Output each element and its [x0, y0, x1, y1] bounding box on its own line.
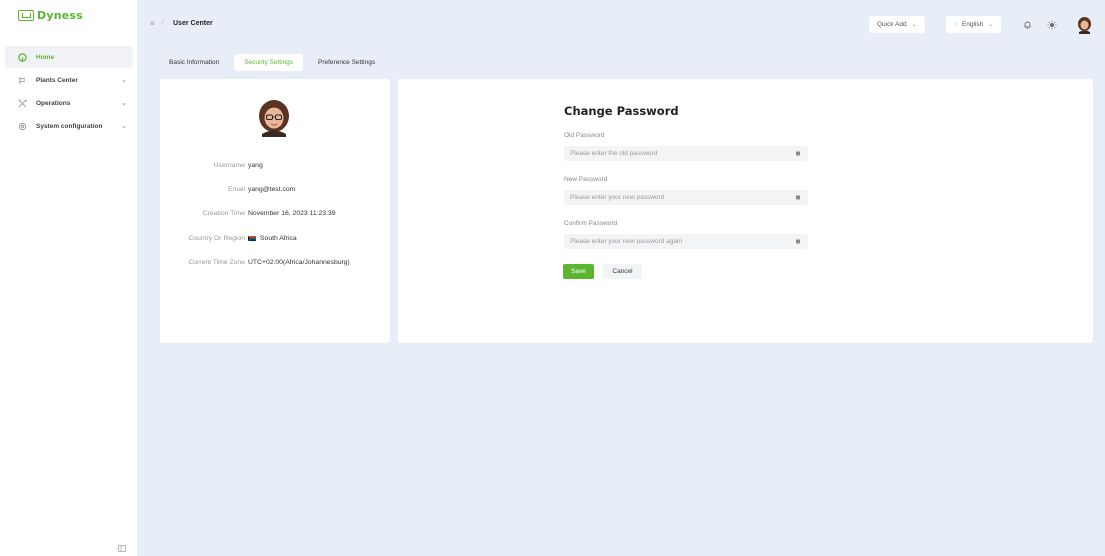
chevron-down-icon: ⌄: [121, 77, 127, 84]
info-value: November 16, 2023 11:23:39: [248, 210, 336, 217]
sidebar-item-label: Operations: [36, 99, 71, 107]
profile-card: Username yang Email yang@test.com Creati…: [160, 79, 390, 343]
info-value: South Africa: [260, 235, 297, 242]
tools-icon: [18, 98, 27, 108]
globe-icon: ◌: [954, 21, 958, 28]
eye-hidden-icon[interactable]: ◼: [792, 150, 804, 157]
theme-toggle-icon[interactable]: [1046, 19, 1057, 30]
quick-add-label: Quick Add: [877, 21, 907, 28]
tab-basic-information[interactable]: Basic Information: [159, 54, 229, 71]
sidebar-nav: Home Plants Center ⌄ Operations ⌄ System…: [5, 46, 133, 138]
info-row-country: Country Or Region South Africa: [160, 235, 390, 245]
sidebar-item-system-configuration[interactable]: System configuration ⌄: [5, 115, 133, 137]
tab-security-settings[interactable]: Security Settings: [234, 54, 303, 71]
info-row-time-zone: Current Time Zone UTC+02:00(Africa/Johan…: [160, 259, 390, 269]
change-password-card: Change Password Old Password ◼ New Passw…: [398, 79, 1093, 343]
settings-tabs: Basic Information Security Settings Pref…: [159, 54, 385, 71]
info-row-creation-time: Creation Time November 16, 2023 11:23:39: [160, 210, 390, 220]
logo-mark-icon: [18, 9, 34, 21]
eye-hidden-icon[interactable]: ◼: [792, 194, 804, 201]
tab-preference-settings[interactable]: Preference Settings: [308, 54, 385, 71]
new-password-label: New Password: [564, 176, 608, 183]
language-select[interactable]: ◌ English ⌄: [946, 16, 1002, 33]
sidebar-item-label: Plants Center: [36, 76, 78, 84]
sidebar-item-home[interactable]: Home: [5, 46, 133, 68]
info-label: Creation Time: [202, 210, 245, 217]
breadcrumb-separator: /: [162, 19, 164, 26]
old-password-field-wrap: ◼: [564, 146, 808, 161]
old-password-input[interactable]: [570, 150, 792, 157]
brand-name: Dyness: [37, 8, 83, 22]
user-avatar[interactable]: [1077, 17, 1092, 34]
change-password-title: Change Password: [564, 104, 679, 118]
sidebar-item-label: Home: [36, 53, 55, 61]
south-africa-flag-icon: [248, 236, 256, 241]
info-label: Country Or Region: [188, 235, 245, 242]
info-value: yang: [248, 162, 263, 169]
chevron-down-icon: ⌄: [121, 100, 127, 107]
chevron-down-icon: ⌄: [911, 22, 917, 28]
info-value: yang@test.com: [248, 186, 296, 193]
confirm-password-field-wrap: ◼: [564, 234, 808, 249]
sidebar-item-label: System configuration: [36, 122, 103, 130]
info-row-username: Username yang: [160, 162, 390, 172]
info-label: Current Time Zone: [188, 259, 245, 266]
save-button[interactable]: Save: [563, 264, 594, 279]
info-value-wrap: South Africa: [248, 235, 297, 242]
eye-hidden-icon[interactable]: ◼: [792, 238, 804, 245]
home-icon: [18, 52, 27, 62]
plant-icon: [18, 76, 27, 85]
quick-add-button[interactable]: Quick Add ⌄: [869, 16, 925, 33]
confirm-password-label: Confirm Password: [564, 220, 618, 227]
sidebar: Dyness Home Plants Center ⌄ Operations ⌄: [0, 0, 138, 556]
info-label: Email: [228, 186, 245, 193]
new-password-field-wrap: ◼: [564, 190, 808, 205]
language-label: English: [961, 21, 984, 28]
top-header: ≡ / User Center Quick Add ⌄ ◌ English ⌄: [138, 0, 1105, 48]
old-password-label: Old Password: [564, 132, 605, 139]
cancel-button[interactable]: Cancel: [603, 264, 642, 279]
chevron-down-icon: ⌄: [988, 22, 994, 28]
confirm-password-input[interactable]: [570, 238, 792, 245]
menu-toggle-icon[interactable]: ≡: [150, 19, 155, 28]
new-password-input[interactable]: [570, 194, 792, 201]
sidebar-item-operations[interactable]: Operations ⌄: [5, 92, 133, 114]
profile-avatar: [257, 99, 291, 137]
brand-logo[interactable]: Dyness: [18, 8, 83, 22]
gear-icon: [18, 122, 27, 131]
chevron-down-icon: ⌄: [121, 123, 127, 130]
sidebar-item-plants-center[interactable]: Plants Center ⌄: [5, 69, 133, 91]
collapse-sidebar-icon[interactable]: [118, 545, 126, 552]
info-label: Username: [213, 162, 245, 169]
page-title: User Center: [173, 20, 213, 27]
info-row-email: Email yang@test.com: [160, 186, 390, 196]
info-value: UTC+02:00(Africa/Johannesburg): [248, 259, 350, 266]
bell-icon[interactable]: [1022, 19, 1033, 30]
